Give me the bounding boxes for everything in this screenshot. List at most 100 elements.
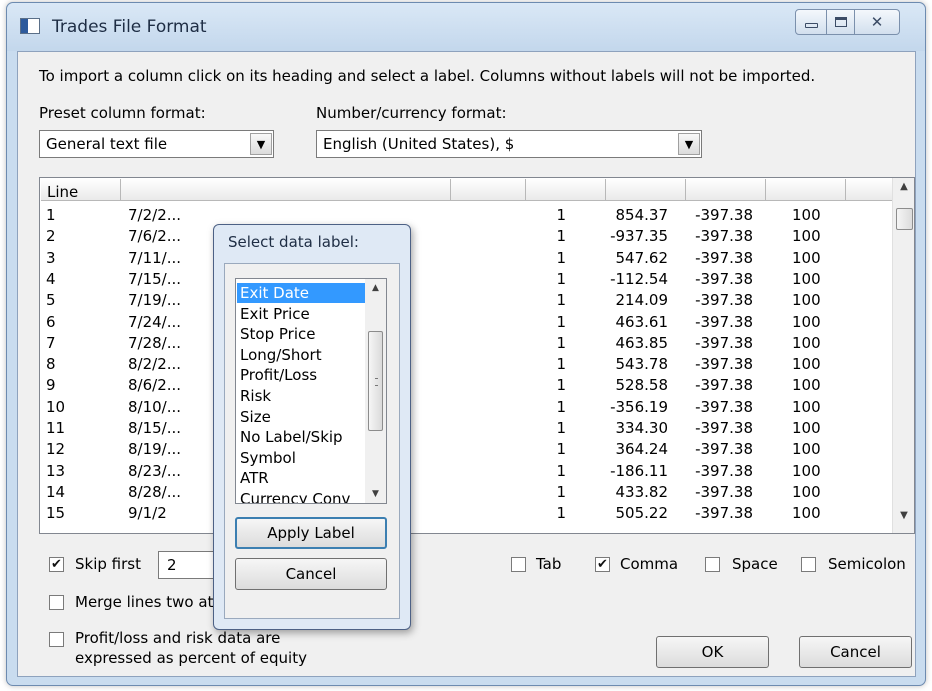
chevron-down-icon[interactable]: ▼: [678, 133, 700, 155]
table-row[interactable]: 5 7/19/... 1 214.09 -397.38 100: [40, 291, 890, 312]
app-icon: [20, 18, 40, 34]
scroll-up-icon[interactable]: ▲: [365, 283, 386, 293]
scroll-down-icon[interactable]: ▼: [893, 510, 914, 530]
list-item[interactable]: No Label/Skip: [237, 427, 365, 447]
column-header[interactable]: [451, 179, 526, 201]
cancel-button[interactable]: Cancel: [799, 636, 912, 668]
table-cell-b: 463.61: [615, 312, 669, 331]
list-item[interactable]: Exit Date: [237, 283, 365, 303]
table-cell-d: 100: [792, 376, 821, 395]
table-cell-date: 8/15/...: [128, 419, 182, 437]
table-row[interactable]: 1 7/2/2... 1 854.37 -397.38 100: [40, 206, 890, 227]
skip-first-value: 2: [167, 556, 177, 574]
space-checkbox[interactable]: [705, 557, 720, 572]
table-cell-c: -397.38: [695, 504, 753, 523]
table-row[interactable]: 6 7/24/... 1 463.61 -397.38 100: [40, 313, 890, 334]
table-cell-line: 5: [46, 291, 56, 310]
list-item[interactable]: Size: [237, 407, 365, 427]
scroll-thumb[interactable]: [896, 208, 913, 230]
table-cell-d: 100: [792, 482, 821, 501]
table-row[interactable]: 15 9/1/2 1 505.22 -397.38 100: [40, 504, 890, 525]
table-cell-d: 100: [792, 397, 821, 416]
list-item[interactable]: Currency Conv: [237, 489, 365, 503]
data-grid[interactable]: Line 1 7/2/2... 1 854.37 -397.38 100 2 7/6/2...…: [39, 177, 915, 534]
number-format-select[interactable]: English (United States), $ ▼: [316, 130, 702, 158]
table-cell-date: 7/6/2...: [128, 227, 182, 246]
table-cell-a: 1: [556, 461, 566, 480]
popup-panel: Exit Date Exit Price Stop Price Long/Short P…: [224, 263, 400, 619]
minimize-button[interactable]: [795, 9, 827, 35]
column-header[interactable]: [526, 179, 606, 201]
column-header[interactable]: [846, 179, 894, 201]
table-cell-a: 1: [556, 376, 566, 395]
scroll-up-icon[interactable]: ▲: [893, 181, 914, 201]
close-icon: ✕: [870, 13, 884, 31]
table-row[interactable]: 11 8/15/... 1 334.30 -397.38 100: [40, 419, 890, 440]
listbox-scrollbar[interactable]: ▲ ▼: [365, 279, 386, 503]
list-item[interactable]: Profit/Loss: [237, 365, 365, 385]
table-row[interactable]: 13 8/23/... 1 -186.11 -397.38 100: [40, 462, 890, 483]
list-item[interactable]: Exit Price: [237, 304, 365, 324]
column-header[interactable]: [606, 179, 686, 201]
table-row[interactable]: 12 8/19/... 1 364.24 -397.38 100: [40, 440, 890, 461]
column-header[interactable]: [686, 179, 766, 201]
list-item[interactable]: Symbol: [237, 448, 365, 468]
number-format-label: Number/currency format:: [316, 104, 507, 122]
table-cell-date: 8/10/...: [128, 397, 182, 416]
space-label: Space: [732, 555, 778, 573]
percent-equity-label-1: Profit/loss and risk data are: [75, 629, 281, 647]
table-row[interactable]: 9 8/6/2... 1 528.58 -397.38 100: [40, 376, 890, 397]
select-label-popup: Select data label: Exit Date Exit Price St…: [213, 224, 411, 630]
minimize-icon: [804, 22, 818, 28]
table-row[interactable]: 8 8/2/2... 1 543.78 -397.38 100: [40, 355, 890, 376]
table-row[interactable]: 2 7/6/2... 1 -937.35 -397.38 100: [40, 227, 890, 248]
table-cell-line: 4: [46, 269, 56, 288]
table-row[interactable]: 4 7/15/... 1 -112.54 -397.38 100: [40, 270, 890, 291]
preset-value: General text file: [46, 135, 168, 153]
table-cell-a: 1: [556, 291, 566, 310]
ok-button[interactable]: OK: [656, 636, 769, 668]
table-cell-d: 100: [792, 206, 821, 224]
table-cell-c: -397.38: [695, 291, 753, 310]
apply-label-button[interactable]: Apply Label: [235, 517, 387, 549]
table-cell-a: 1: [556, 312, 566, 331]
table-cell-d: 100: [792, 419, 821, 437]
scroll-thumb[interactable]: [368, 331, 383, 431]
list-item[interactable]: ATR: [237, 468, 365, 488]
table-cell-c: -397.38: [695, 333, 753, 352]
table-row[interactable]: 3 7/11/... 1 547.62 -397.38 100: [40, 249, 890, 270]
popup-cancel-button[interactable]: Cancel: [235, 558, 387, 590]
instruction-text: To import a column click on its heading …: [39, 67, 816, 85]
popup-title: Select data label:: [228, 233, 359, 251]
merge-lines-checkbox[interactable]: [49, 595, 64, 610]
table-cell-b: 463.85: [615, 333, 669, 352]
table-cell-b: 547.62: [615, 248, 669, 267]
grid-scrollbar[interactable]: ▲ ▼: [892, 178, 914, 533]
tab-checkbox[interactable]: [511, 557, 526, 572]
table-cell-line: 13: [46, 461, 66, 480]
list-item[interactable]: Risk: [237, 386, 365, 406]
maximize-button[interactable]: [827, 9, 855, 35]
table-row[interactable]: 7 7/28/... 1 463.85 -397.38 100: [40, 334, 890, 355]
table-cell-c: -397.38: [695, 397, 753, 416]
table-row[interactable]: 14 8/28/... 1 433.82 -397.38 100: [40, 483, 890, 504]
column-header[interactable]: [766, 179, 846, 201]
preset-select[interactable]: General text file ▼: [39, 130, 274, 158]
column-header[interactable]: [121, 179, 451, 201]
comma-checkbox[interactable]: ✔: [595, 557, 610, 572]
skip-first-checkbox[interactable]: ✔: [49, 557, 64, 572]
close-button[interactable]: ✕: [855, 9, 900, 35]
label-listbox[interactable]: Exit Date Exit Price Stop Price Long/Short P…: [235, 278, 387, 504]
table-cell-line: 1: [46, 206, 56, 224]
list-item[interactable]: Long/Short: [237, 345, 365, 365]
column-header-line[interactable]: Line: [41, 179, 121, 201]
dialog-body: To import a column click on its heading …: [17, 51, 916, 677]
list-item[interactable]: Stop Price: [237, 324, 365, 344]
chevron-down-icon[interactable]: ▼: [250, 133, 272, 155]
scroll-down-icon[interactable]: ▼: [365, 489, 386, 499]
percent-equity-checkbox[interactable]: [49, 632, 64, 647]
semicolon-checkbox[interactable]: [801, 557, 816, 572]
table-cell-date: 9/1/2: [128, 504, 167, 523]
table-row[interactable]: 10 8/10/... 1 -356.19 -397.38 100: [40, 398, 890, 419]
table-cell-d: 100: [792, 312, 821, 331]
